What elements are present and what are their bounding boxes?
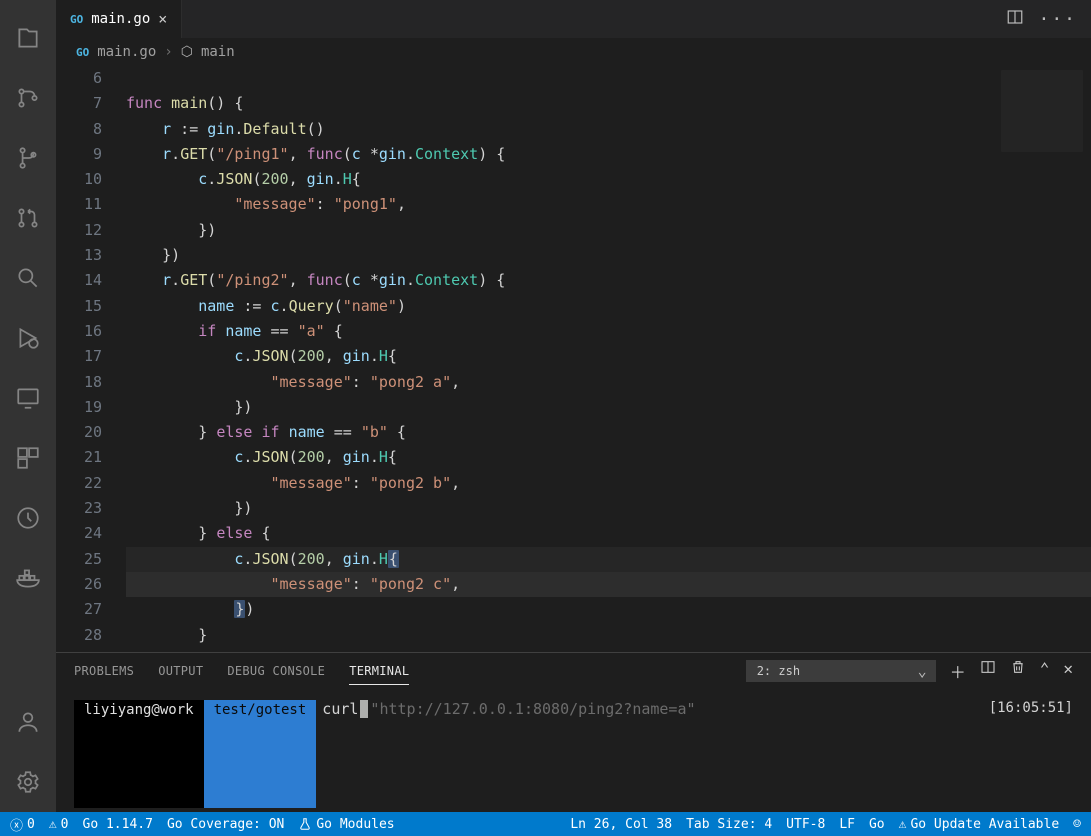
terminal-selector[interactable]: 2: zsh (746, 660, 936, 682)
docker-icon[interactable] (4, 554, 52, 602)
tab-terminal[interactable]: TERMINAL (349, 664, 409, 685)
code-editor[interactable]: 6789101112131415161718192021222324252627… (56, 66, 1091, 652)
panel-tabs: PROBLEMS OUTPUT DEBUG CONSOLE TERMINAL 2… (56, 653, 1091, 688)
new-terminal-icon[interactable]: ＋ (950, 659, 966, 683)
status-encoding[interactable]: UTF-8 (786, 817, 825, 832)
status-errors[interactable]: ⓧ 0 (10, 815, 35, 834)
breadcrumb[interactable]: GO main.go › ⬡ main (56, 38, 1091, 66)
search-icon[interactable] (4, 254, 52, 302)
bottom-panel: PROBLEMS OUTPUT DEBUG CONSOLE TERMINAL 2… (56, 652, 1091, 812)
more-actions-icon[interactable]: ··· (1038, 9, 1077, 30)
breadcrumb-symbol[interactable]: main (201, 44, 235, 60)
split-editor-icon[interactable] (1006, 8, 1024, 30)
source-control-icon[interactable] (4, 74, 52, 122)
breadcrumb-file[interactable]: main.go (97, 44, 156, 60)
prompt-user-host: liyiyang@work (74, 700, 204, 808)
terminal-command: curl (322, 700, 358, 808)
tab-debug-console[interactable]: DEBUG CONSOLE (227, 664, 325, 678)
accounts-icon[interactable] (4, 698, 52, 746)
status-cursor-position[interactable]: Ln 26, Col 38 (570, 817, 672, 832)
close-panel-icon[interactable]: ✕ (1063, 659, 1073, 683)
split-terminal-icon[interactable] (980, 659, 996, 683)
editor-area: GO main.go × ··· GO main.go › ⬡ main 678… (56, 0, 1091, 812)
go-file-icon: GO (70, 13, 83, 26)
status-feedback-icon[interactable]: ☺ (1073, 817, 1081, 832)
settings-gear-icon[interactable] (4, 758, 52, 806)
code-content[interactable]: func main() { r := gin.Default() r.GET("… (126, 66, 1091, 652)
status-bar: ⓧ 0 ⚠ 0 Go 1.14.7 Go Coverage: ON Go Mod… (0, 812, 1091, 836)
tab-main-go[interactable]: GO main.go × (56, 0, 182, 38)
pull-request-icon[interactable] (4, 194, 52, 242)
status-language[interactable]: Go (869, 817, 885, 832)
extensions-icon[interactable] (4, 434, 52, 482)
package-icon: ⬡ (181, 44, 193, 60)
status-coverage[interactable]: Go Coverage: ON (167, 817, 284, 832)
prompt-path: test/gotest (204, 700, 317, 808)
status-go-update[interactable]: ⚠ Go Update Available (899, 817, 1060, 832)
status-warnings[interactable]: ⚠ 0 (49, 817, 69, 832)
chevron-right-icon: › (164, 44, 172, 60)
tab-bar: GO main.go × ··· (56, 0, 1091, 38)
minimap[interactable] (1001, 70, 1083, 152)
go-file-icon: GO (76, 46, 89, 59)
line-gutter: 6789101112131415161718192021222324252627… (56, 66, 126, 652)
explorer-icon[interactable] (4, 14, 52, 62)
activity-bar (0, 0, 56, 812)
terminal-argument: "http://127.0.0.1:8080/ping2?name=a" (370, 700, 695, 808)
terminal-cursor (360, 700, 368, 718)
terminal-timestamp: [16:05:51] (989, 700, 1073, 808)
maximize-panel-icon[interactable]: ⌃ (1040, 659, 1050, 683)
status-go-version[interactable]: Go 1.14.7 (83, 817, 153, 832)
status-tab-size[interactable]: Tab Size: 4 (686, 817, 772, 832)
remote-explorer-icon[interactable] (4, 374, 52, 422)
status-go-modules[interactable]: Go Modules (298, 817, 394, 832)
status-eol[interactable]: LF (839, 817, 855, 832)
run-debug-icon[interactable] (4, 314, 52, 362)
terminal[interactable]: liyiyang@worktest/gotest curl "http://127… (56, 688, 1091, 812)
kill-terminal-icon[interactable] (1010, 659, 1026, 683)
tab-filename: main.go (91, 11, 150, 27)
branch-icon[interactable] (4, 134, 52, 182)
tab-output[interactable]: OUTPUT (158, 664, 203, 678)
close-tab-icon[interactable]: × (158, 10, 167, 28)
tab-problems[interactable]: PROBLEMS (74, 664, 134, 678)
test-icon[interactable] (4, 494, 52, 542)
